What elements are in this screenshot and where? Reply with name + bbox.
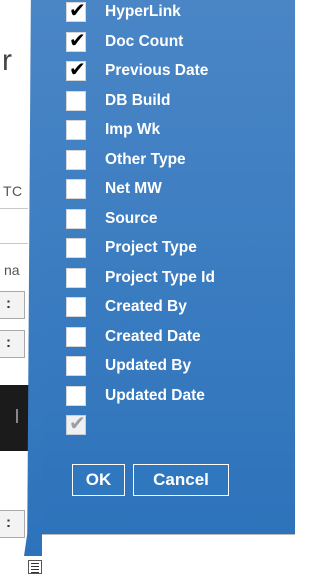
checkbox[interactable] [66, 267, 86, 288]
checkmark-icon: ✔ [69, 0, 86, 22]
checkbox[interactable] [66, 238, 86, 258]
checkbox[interactable] [66, 90, 86, 111]
background-control[interactable]: : [0, 330, 25, 358]
column-chooser-popup: ✔ HyperLink ✔ Doc Count ✔ Previous Date DB Bui… [42, 0, 295, 535]
column-option[interactable]: Updated Date [66, 385, 205, 407]
cancel-button[interactable]: Cancel [133, 464, 229, 496]
column-option-label: Net MW [105, 180, 162, 197]
column-option[interactable]: DB Build [66, 90, 170, 112]
background-control-text: : [6, 334, 11, 351]
background-control[interactable]: : [0, 510, 25, 538]
checkbox[interactable] [66, 120, 86, 140]
background-label-fragment: TC [3, 183, 23, 199]
column-option[interactable]: Other Type [66, 149, 186, 171]
checkbox[interactable] [66, 326, 86, 347]
checkbox[interactable] [66, 385, 86, 406]
column-option[interactable]: Updated By [66, 355, 191, 377]
column-option-label: HyperLink [105, 3, 181, 20]
column-option[interactable]: ✔ Previous Date [66, 59, 209, 82]
checkbox[interactable] [66, 179, 86, 199]
column-option[interactable]: Project Type [66, 237, 197, 259]
ok-button[interactable]: OK [72, 464, 125, 496]
column-option-label: Project Type [105, 239, 197, 256]
checkmark-icon: ✔ [69, 59, 86, 81]
column-option-label: Imp Wk [105, 121, 161, 138]
column-option[interactable]: Created By [66, 296, 187, 318]
background-dark-block [0, 385, 30, 451]
background-divider [0, 243, 28, 244]
checkbox[interactable] [66, 356, 86, 376]
column-option-label: Project Type Id [105, 268, 215, 286]
column-option-label: Updated Date [105, 386, 205, 404]
checkbox-disabled: ✔ [66, 413, 86, 435]
checkbox[interactable]: ✔ [66, 29, 86, 52]
column-option[interactable]: ✔ Doc Count [66, 29, 184, 53]
checkbox[interactable]: ✔ [66, 59, 86, 81]
background-control-text: : [6, 295, 11, 312]
column-option-label: Created By [105, 298, 187, 315]
column-option-label: Other Type [105, 150, 186, 168]
column-option[interactable]: Net MW [66, 178, 162, 200]
background-label-fragment: na [4, 262, 20, 278]
column-option[interactable]: ✔ HyperLink [66, 0, 181, 23]
checkbox[interactable] [66, 297, 86, 317]
column-option[interactable]: Project Type Id [66, 267, 215, 289]
list-grip-icon[interactable] [28, 560, 42, 574]
column-option[interactable]: Imp Wk [66, 119, 160, 141]
column-option-disabled: ✔ [66, 413, 86, 436]
checkbox[interactable] [66, 149, 86, 170]
background-control-text: : [6, 514, 11, 531]
background-control[interactable]: : [0, 291, 25, 319]
column-option-label: Created Date [105, 327, 201, 345]
column-option[interactable]: Created Date [66, 326, 201, 348]
checkmark-icon: ✔ [69, 413, 86, 435]
column-option-label: Source [105, 209, 158, 227]
checkbox[interactable]: ✔ [66, 0, 86, 22]
column-option[interactable]: Source [66, 208, 158, 230]
background-text-fragment: r [2, 44, 12, 77]
column-option-label: DB Build [105, 91, 171, 109]
column-option-label: Doc Count [105, 32, 184, 50]
checkbox[interactable] [66, 208, 86, 229]
column-option-label: Previous Date [105, 62, 209, 79]
background-divider [0, 208, 28, 209]
column-option-label: Updated By [105, 357, 192, 374]
popup-tail [24, 0, 42, 556]
checkmark-icon: ✔ [69, 29, 86, 52]
